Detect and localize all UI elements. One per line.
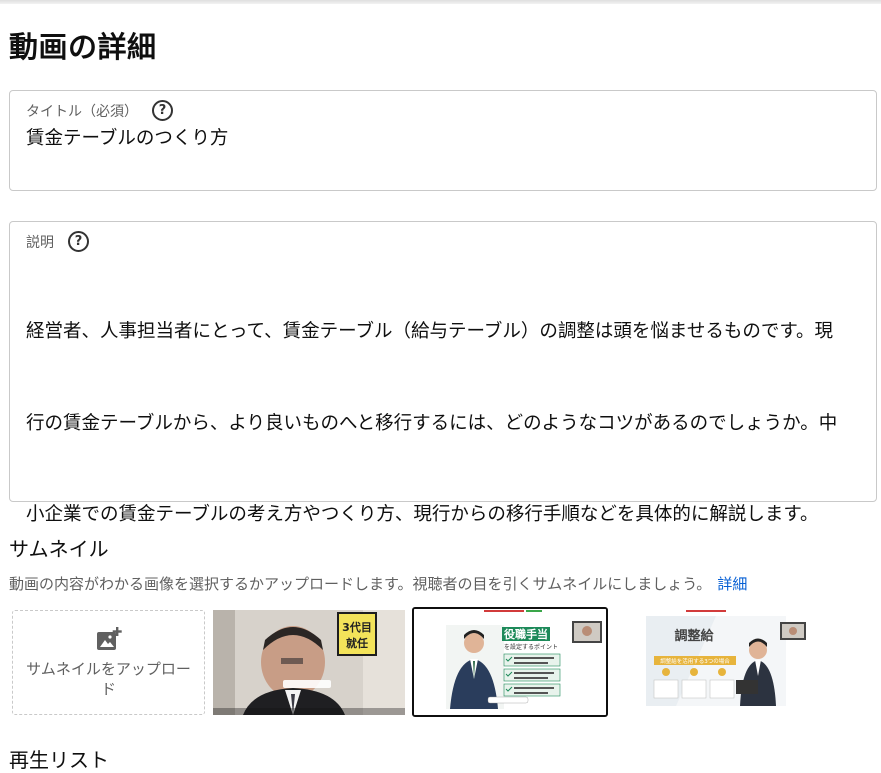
description-line: 小企業での賃金テーブルの考え方やつくり方、現行からの移行手順などを具体的に解説し… [26, 504, 819, 525]
description-input[interactable]: 経営者、人事担当者にとって、賃金テーブル（給与テーブル）の調整は頭を悩ませるもの… [26, 256, 860, 592]
description-field[interactable]: 説明 ? 経営者、人事担当者にとって、賃金テーブル（給与テーブル）の調整は頭を悩… [9, 221, 877, 525]
poster-text-line-2: 就任 [346, 636, 368, 650]
help-icon[interactable]: ? [68, 231, 89, 252]
description-line: 経営者、人事担当者にとって、賃金テーブル（給与テーブル）の調整は頭を悩ませるもの… [26, 321, 833, 342]
thumbnail-description: 動画の内容がわかる画像を選択するかアップロードします。視聴者の目を引くサムネイル… [9, 573, 747, 594]
thumbnail-image: 調整給 調整給を活用する3つの場合 [616, 610, 808, 715]
top-divider [0, 0, 881, 4]
thumbnail-headline: 調整給 [674, 628, 714, 644]
upload-thumbnail-button[interactable]: サムネイルをアップロード [12, 610, 205, 715]
help-icon[interactable]: ? [152, 100, 173, 121]
thumbnail-subline: 調整給を活用する3つの場合 [660, 657, 730, 665]
title-field-label: タイトル（必須） [26, 103, 138, 120]
thumbnail-option-3[interactable]: 調整給 調整給を活用する3つの場合 [616, 610, 808, 715]
title-field[interactable]: タイトル（必須） ? 賃金テーブルのつくり方 [9, 90, 877, 191]
learn-more-link[interactable]: 詳細 [717, 575, 747, 593]
thumbnail-image: 3代目 就任 [213, 610, 405, 715]
poster-text-line-1: 3代目 [342, 620, 372, 634]
description-field-label: 説明 [26, 234, 54, 251]
thumbnail-subline: を設定するポイント [504, 643, 558, 651]
description-field-label-row: 説明 ? [26, 231, 89, 252]
thumbnail-headline: 役職手当 [503, 627, 548, 641]
thumbnail-heading: サムネイル [9, 537, 109, 561]
thumbnail-option-1[interactable]: 3代目 就任 [213, 610, 405, 715]
thumbnail-image: 役職手当 を設定するポイント [414, 609, 606, 715]
page-title: 動画の詳細 [9, 30, 157, 64]
thumbnail-description-text: 動画の内容がわかる画像を選択するかアップロードします。視聴者の目を引くサムネイル… [9, 575, 712, 593]
title-input[interactable]: 賃金テーブルのつくり方 [26, 124, 860, 155]
thumbnail-option-2[interactable]: 役職手当 を設定するポイント [412, 607, 608, 717]
upload-thumbnail-label: サムネイルをアップロード [26, 659, 191, 698]
add-photo-icon [96, 626, 122, 650]
description-line: 行の賃金テーブルから、より良いものへと移行するには、どのようなコツがあるのでしょ… [26, 412, 838, 434]
title-field-label-row: タイトル（必須） ? [26, 100, 173, 121]
